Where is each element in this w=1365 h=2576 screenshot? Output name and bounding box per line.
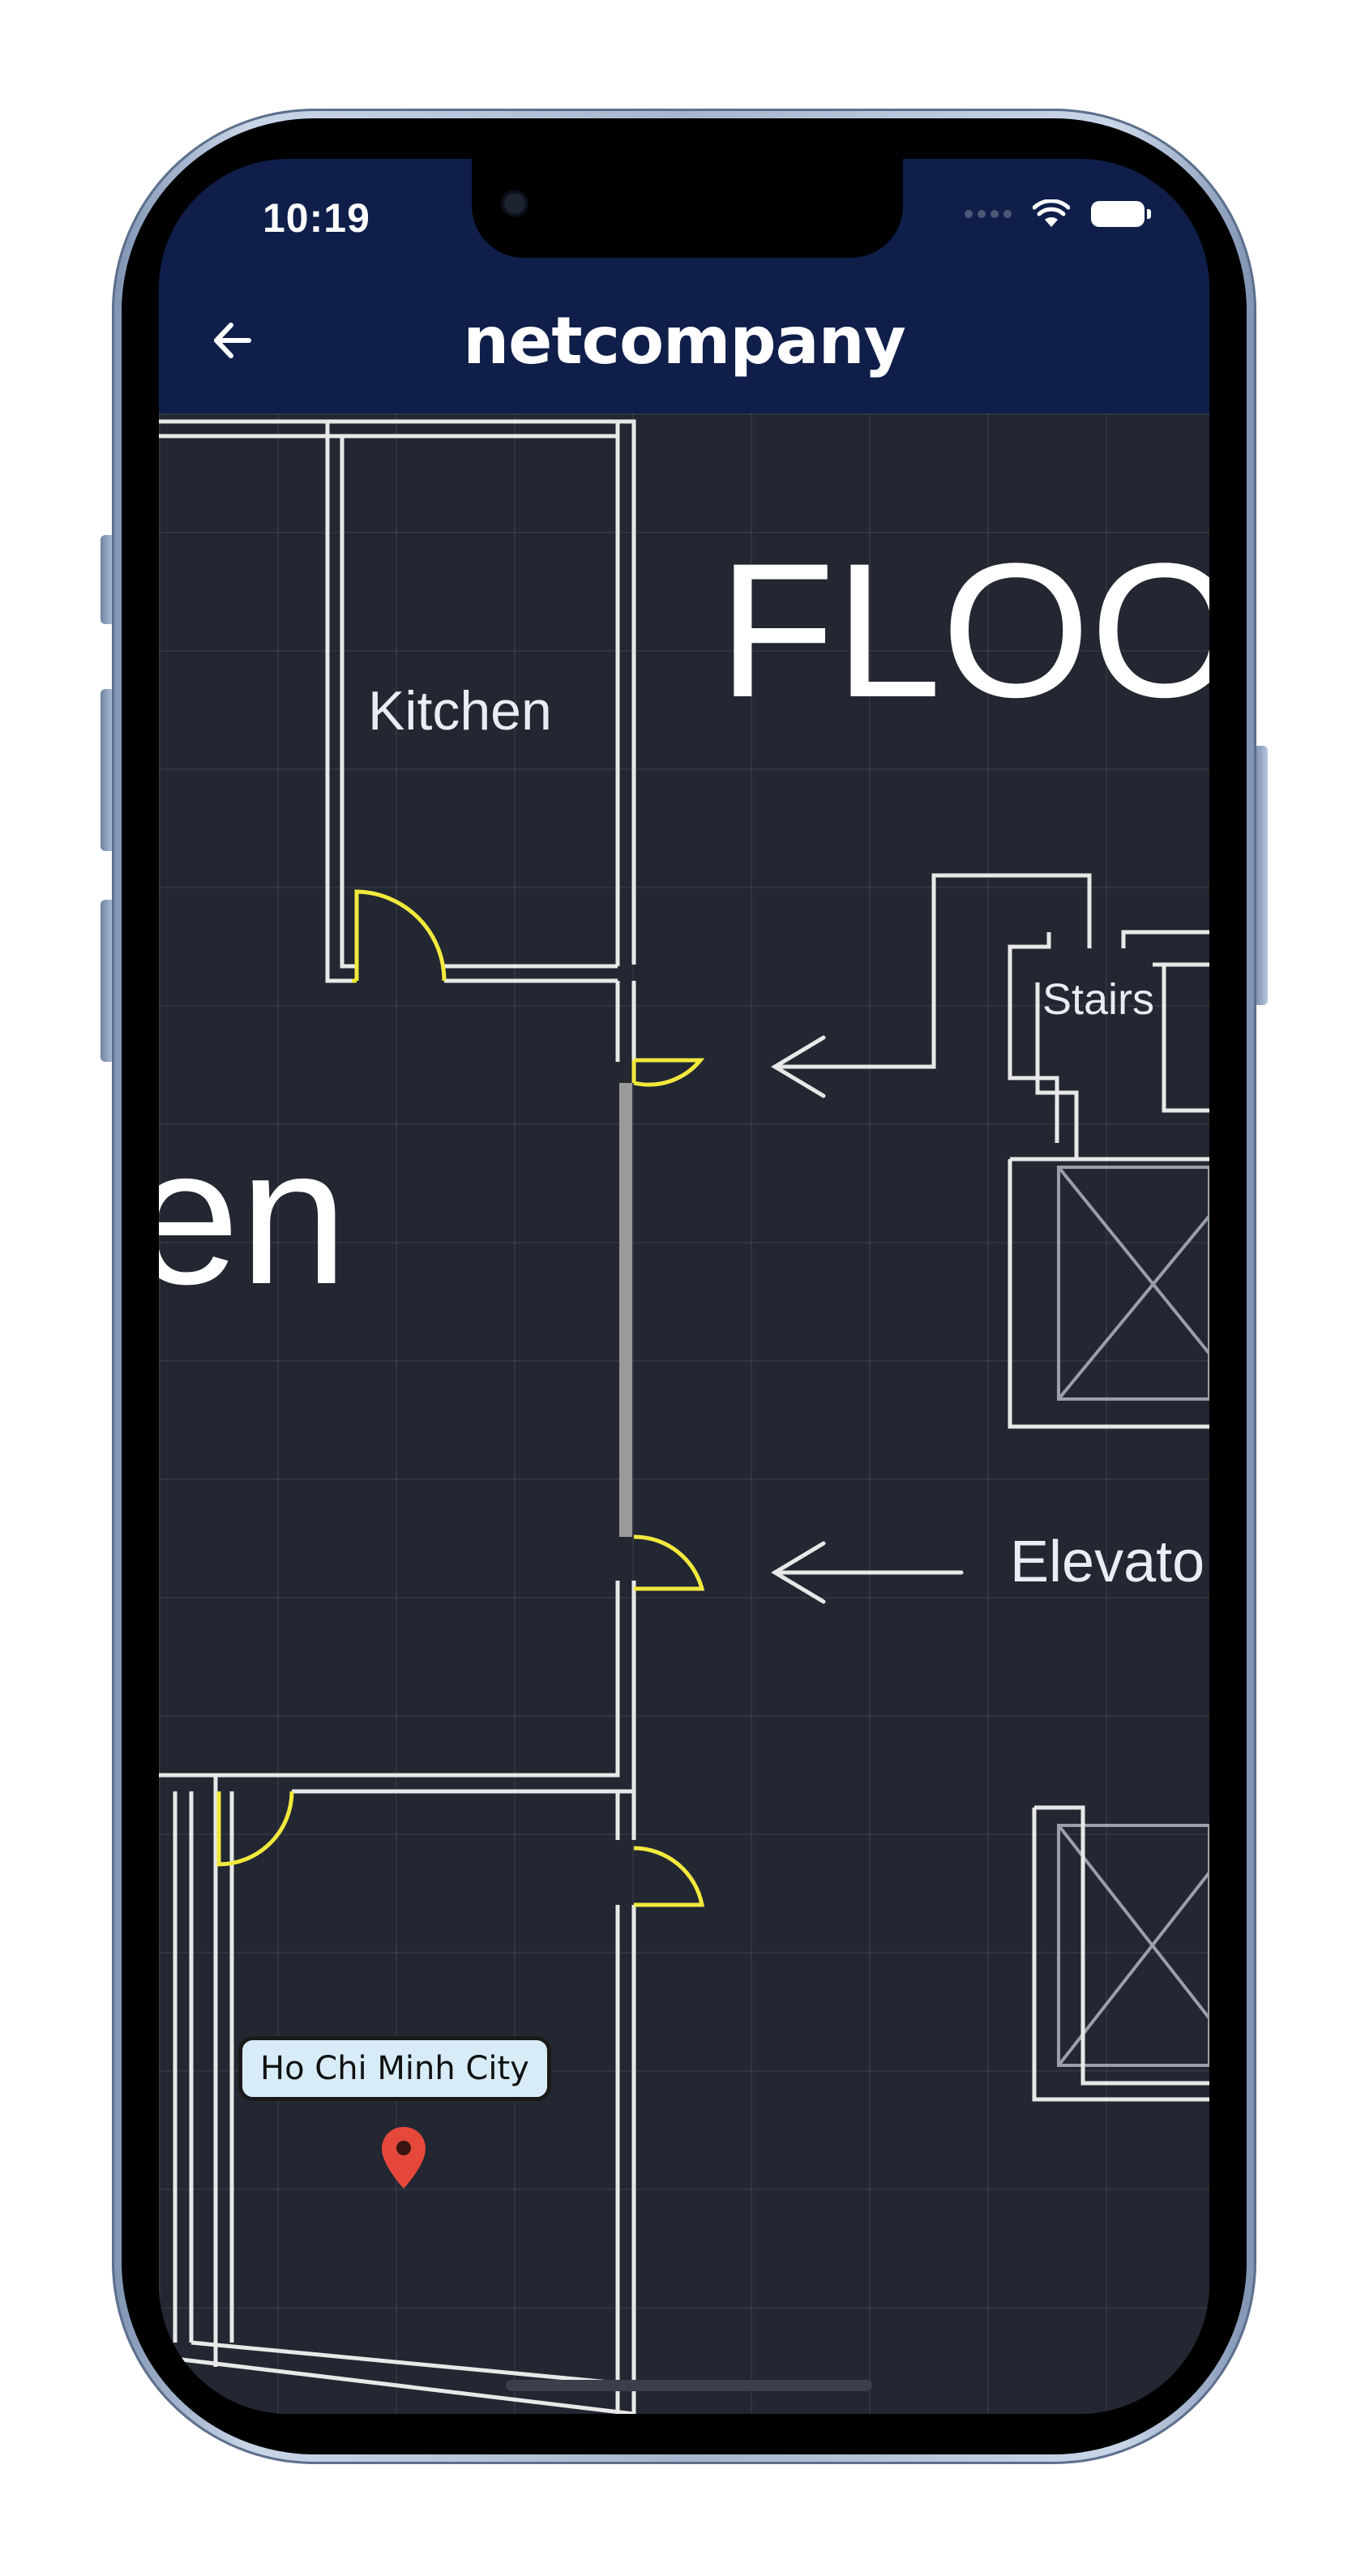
phone-screen: FLOO Kitchen en Stairs Elevato Ho Chi Mi… [159,159,1209,2414]
battery-icon [1091,201,1151,227]
home-indicator[interactable] [506,2380,872,2391]
front-camera [504,193,525,214]
stairs-outline [1121,930,1209,948]
stairs-label: Stairs [1042,975,1155,1024]
map-pin-icon[interactable] [379,2125,428,2190]
screenshot-stage: FLOO Kitchen en Stairs Elevato Ho Chi Mi… [0,0,1365,2576]
status-icons [965,199,1151,229]
elevator-shaft [1057,1166,1209,1401]
stairs-outline [1008,1159,1209,1429]
cellular-signal-icon [965,210,1012,218]
wall-segment [159,1581,620,1778]
wall-segment [190,2340,618,2386]
floor-plan-map[interactable]: FLOO Kitchen en Stairs Elevato Ho Chi Mi… [159,413,1209,2414]
kitchen-label: Kitchen [368,680,552,742]
wall-segment [340,436,357,969]
status-time: 10:19 [263,195,370,241]
elevator-wall [1032,1808,1209,2102]
map-pin-icon-graphic [382,2127,426,2189]
elevator-label: Elevato [1010,1530,1205,1594]
location-marker-label[interactable]: Ho Chi Minh City [238,2036,551,2101]
elevator-cross [1057,1166,1209,1355]
stairs-outline [1162,965,1209,1113]
camera-notch [472,159,903,258]
wall-segment [325,421,352,983]
elevator-cross [1057,1214,1209,1401]
door-swing [354,889,447,982]
elevator-wall [1034,1805,1209,2086]
glass-partition [619,1083,632,1537]
floor-heading-label: FLOO [718,524,1209,738]
wifi-icon [1033,199,1070,227]
app-title: netcompany [463,303,906,379]
door-swing [633,1058,705,1087]
wall-segment [292,1581,636,1794]
room-name-fragment: en [159,1107,348,1324]
door-swing [633,1534,705,1591]
door-swing [633,1846,705,1907]
stairs-outline [1008,932,1059,1143]
